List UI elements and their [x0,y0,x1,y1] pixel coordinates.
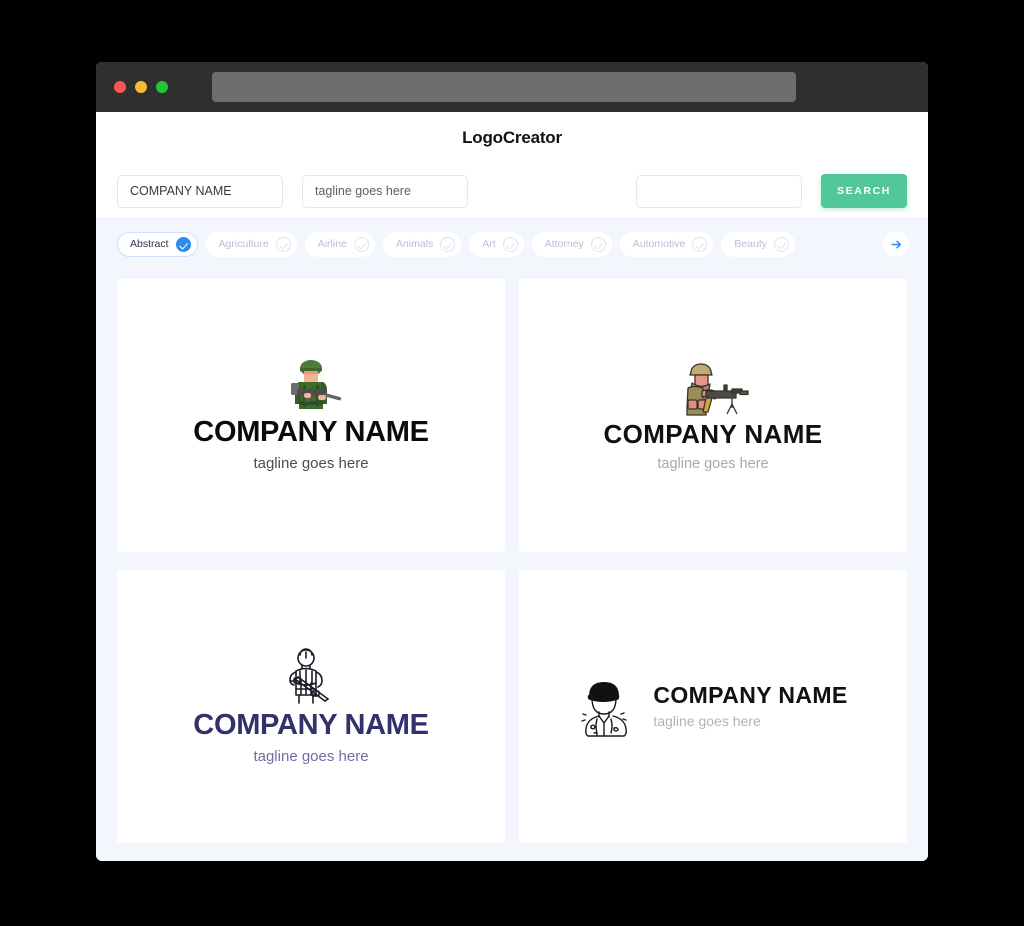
category-chip-label: Art [482,238,496,250]
logo-text-block: COMPANY NAME tagline goes here [653,681,848,729]
logo-card[interactable]: COMPANY NAME tagline goes here [117,570,505,843]
category-chip-attorney[interactable]: Attorney [531,231,612,257]
category-chip-agriculture[interactable]: Agriculture [205,231,297,257]
category-chip-label: Airline [317,238,347,250]
category-chip-label: Agriculture [218,238,269,250]
logo-company-name: COMPANY NAME [603,418,823,449]
logo-tagline: tagline goes here [253,455,369,473]
arrow-right-icon [890,240,901,248]
logo-preview: COMPANY NAME tagline goes here [603,359,822,473]
logo-card[interactable]: COMPANY NAME tagline goes here [519,279,907,552]
next-categories-button[interactable] [883,231,909,257]
logo-card[interactable]: COMPANY NAME tagline goes here [117,279,505,552]
check-circle-icon[interactable] [353,236,369,252]
logo-preview: COMPANY NAME tagline goes here [193,358,429,473]
close-window-button[interactable] [114,81,126,93]
soldier-green-rifle-icon [291,360,342,410]
logo-company-name: COMPANY NAME [653,681,848,708]
address-bar[interactable] [212,72,796,102]
keyword-search-input[interactable] [636,174,802,208]
app-brand-title: LogoCreator [462,128,562,147]
browser-titlebar [96,62,928,112]
check-circle-icon[interactable] [774,236,790,252]
logo-card[interactable]: COMPANY NAME tagline goes here [519,570,907,843]
logo-tagline: tagline goes here [653,712,761,729]
maximize-window-button[interactable] [156,81,168,93]
soldier-bust-icon [581,681,628,737]
check-circle-icon[interactable] [502,236,518,252]
browser-window: LogoCreator SEARCH Abstract Agriculture Ai… [96,62,928,861]
company-name-input[interactable] [117,174,283,208]
check-circle-icon[interactable] [590,236,606,252]
logo-tagline: tagline goes here [253,748,369,766]
category-chip-automotive[interactable]: Automotive [619,231,714,257]
category-filter-bar: Abstract Agriculture Airline Animals Art Atto… [96,219,928,269]
search-button[interactable]: SEARCH [821,174,907,208]
logo-preview: COMPANY NAME tagline goes here [193,647,429,766]
logo-company-name: COMPANY NAME [193,709,429,742]
category-chip-abstract[interactable]: Abstract [117,231,198,257]
search-toolbar: SEARCH [96,164,928,219]
soldier-tan-machinegun-icon [686,362,749,416]
minimize-window-button[interactable] [135,81,147,93]
logo-preview: COMPANY NAME tagline goes here [578,676,847,738]
logo-tagline: tagline goes here [657,455,769,472]
check-circle-icon[interactable] [275,236,291,252]
app-header: LogoCreator [96,112,928,164]
category-chip-animals[interactable]: Animals [382,231,462,257]
tagline-input[interactable] [302,174,468,208]
category-chip-label: Beauty [734,238,768,250]
traffic-lights [114,81,168,93]
category-chip-art[interactable]: Art [469,231,524,257]
category-chip-label: Automotive [632,238,686,250]
check-circle-icon[interactable] [440,236,456,252]
logo-results-grid: COMPANY NAME tagline goes here COMPANY N… [96,269,928,861]
check-circle-icon[interactable] [692,236,708,252]
logo-company-name: COMPANY NAME [193,416,429,449]
check-circle-icon[interactable] [175,236,191,252]
soldier-lineart-icon [289,648,329,705]
category-chip-label: Abstract [130,238,169,250]
category-chip-label: Animals [395,238,434,250]
category-chip-airline[interactable]: Airline [304,231,375,257]
category-chip-beauty[interactable]: Beauty [721,231,796,257]
category-chip-label: Attorney [544,238,584,250]
